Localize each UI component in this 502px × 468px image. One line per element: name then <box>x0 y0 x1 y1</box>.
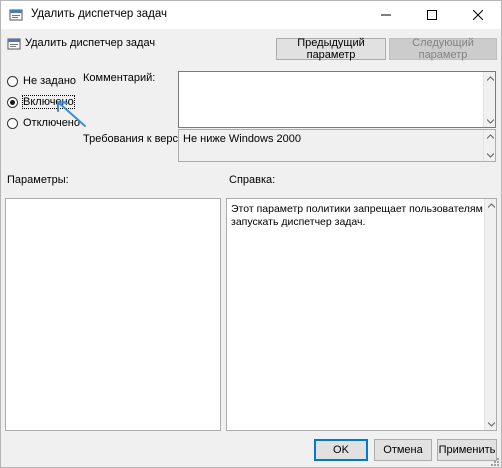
window-title: Удалить диспетчер задач <box>31 8 167 20</box>
maximize-button[interactable] <box>409 1 455 29</box>
options-panel <box>5 198 221 431</box>
scroll-up-button[interactable] <box>485 199 497 211</box>
radio-button[interactable] <box>7 117 18 129</box>
scrollbar[interactable] <box>484 199 496 430</box>
supported-on-label: Требования к версии: <box>83 133 194 145</box>
options-label: Параметры: <box>7 174 69 186</box>
previous-setting-button[interactable]: Предыдущий параметр <box>276 37 386 61</box>
minimize-icon <box>381 14 391 16</box>
title-bar[interactable]: Удалить диспетчер задач <box>1 1 501 29</box>
chevron-up-icon <box>486 75 494 81</box>
close-button[interactable] <box>455 1 501 29</box>
scroll-up-button[interactable] <box>484 72 496 84</box>
scrollbar[interactable] <box>483 130 495 161</box>
minimize-button[interactable] <box>363 1 409 29</box>
help-label: Справка: <box>229 174 276 186</box>
radio-label: Не задано <box>23 75 77 87</box>
help-panel: Этот параметр политики запрещает пользов… <box>226 198 497 431</box>
chevron-down-icon <box>486 152 494 158</box>
maximize-icon <box>427 10 437 20</box>
scroll-down-button[interactable] <box>484 149 496 161</box>
radio-not-configured[interactable]: Не задано <box>7 75 76 87</box>
chevron-down-icon <box>486 118 494 124</box>
scrollbar[interactable] <box>483 72 495 127</box>
policy-icon <box>7 38 21 50</box>
comment-textbox[interactable] <box>178 71 496 128</box>
chevron-down-icon <box>487 421 495 427</box>
scroll-down-button[interactable] <box>484 115 496 127</box>
next-setting-button[interactable]: Следующий параметр <box>389 37 497 61</box>
annotation-arrow-icon <box>57 101 86 127</box>
apply-button[interactable]: Применить <box>437 439 497 461</box>
radio-button[interactable] <box>7 96 18 108</box>
help-text: Этот параметр политики запрещает пользов… <box>231 203 483 228</box>
chevron-up-icon <box>487 202 495 208</box>
scroll-down-button[interactable] <box>485 418 497 430</box>
radio-button[interactable] <box>7 75 18 87</box>
supported-on-value: Не ниже Windows 2000 <box>183 133 302 145</box>
policy-icon <box>9 9 23 21</box>
close-icon <box>473 10 483 20</box>
supported-on-box: Не ниже Windows 2000 <box>178 129 496 162</box>
scroll-up-button[interactable] <box>484 130 496 142</box>
chevron-up-icon <box>486 133 494 139</box>
ok-button[interactable]: OK <box>314 439 368 461</box>
cancel-button[interactable]: Отмена <box>374 439 432 461</box>
resize-grip-icon[interactable] <box>489 456 500 467</box>
policy-dialog: Удалить диспетчер задач Удалить диспетче… <box>0 0 502 468</box>
policy-title: Удалить диспетчер задач <box>25 37 156 49</box>
comment-label: Комментарий: <box>83 72 156 84</box>
